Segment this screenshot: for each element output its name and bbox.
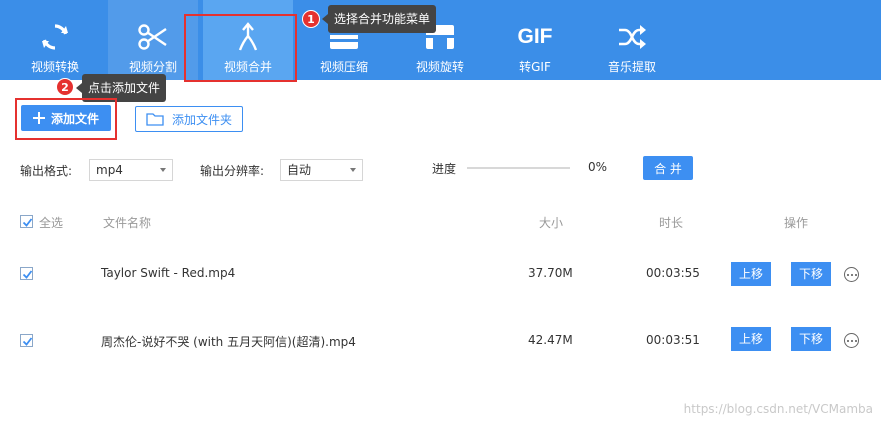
merge-icon [203,20,293,54]
main-toolbar: 视频转换 视频分割 视频合并 视频压缩 视频旋转 GIF 转GIF 音乐提取 [0,0,881,80]
tool-video-merge[interactable]: 视频合并 [203,0,293,80]
add-folder-label: 添加文件夹 [171,112,232,127]
add-file-label: 添加文件 [50,111,99,126]
file-name: 周杰伦-说好不哭 (with 五月天阿信)(超清).mp4 [101,335,356,349]
resolution-select-value: 自动 [287,163,312,177]
format-label: 输出格式: [20,164,73,178]
add-file-button[interactable]: 添加文件 [21,105,111,131]
column-header-name: 文件名称 [103,216,152,230]
checkmark-icon [22,337,33,346]
gif-icon: GIF [490,20,580,54]
move-up-button[interactable]: 上移 [731,327,771,351]
watermark: https://blog.csdn.net/VCMamba [683,402,873,416]
gif-icon-text: GIF [517,25,553,48]
move-up-button[interactable]: 上移 [731,262,771,286]
tool-video-convert[interactable]: 视频转换 [10,0,100,80]
move-down-button[interactable]: 下移 [791,327,831,351]
tool-video-split[interactable]: 视频分割 [108,0,198,80]
step-badge-1: 1 [302,10,320,28]
checkmark-icon [22,270,33,279]
merge-button[interactable]: 合 并 [643,156,693,180]
folder-icon [146,113,164,126]
tool-label: 视频分割 [128,60,177,74]
format-select[interactable]: mp4 [89,159,173,181]
tool-label: 音乐提取 [607,60,656,74]
progress-label: 进度 [432,162,457,176]
plus-icon [32,112,45,124]
column-header-actions: 操作 [784,216,809,230]
merge-button-label: 合 并 [654,161,682,176]
refresh-icon [10,20,100,54]
tool-label: 视频旋转 [415,60,464,74]
checkmark-icon [22,218,33,227]
file-size: 42.47M [528,333,573,347]
tool-label: 转GIF [519,60,551,74]
file-size: 37.70M [528,266,573,280]
progress-bar [467,167,570,169]
chevron-down-icon [350,168,356,172]
add-folder-button[interactable]: 添加文件夹 [135,106,243,132]
column-header-duration: 时长 [659,216,684,230]
column-header-size: 大小 [539,216,564,230]
shuffle-icon [587,20,677,54]
resolution-select[interactable]: 自动 [280,159,363,181]
row-checkbox[interactable] [20,334,33,347]
tool-label: 视频压缩 [319,60,368,74]
scissors-icon [108,20,198,54]
tool-label: 视频转换 [30,60,79,74]
more-options-icon[interactable] [844,267,859,282]
tool-music-extract[interactable]: 音乐提取 [587,0,677,80]
format-select-value: mp4 [96,163,123,177]
row-checkbox[interactable] [20,267,33,280]
file-duration: 00:03:55 [646,266,700,280]
step-badge-2: 2 [56,78,74,96]
tool-label: 视频合并 [223,60,272,74]
tool-to-gif[interactable]: GIF 转GIF [490,0,580,80]
more-options-icon[interactable] [844,333,859,348]
resolution-label: 输出分辨率: [200,164,265,178]
file-name: Taylor Swift - Red.mp4 [101,266,236,280]
step-tooltip-1: 选择合并功能菜单 [321,5,437,33]
step-tooltip-2: 点击添加文件 [75,74,167,102]
chevron-down-icon [160,168,166,172]
progress-value: 0% [588,160,608,174]
select-all-checkbox[interactable] [20,215,33,228]
file-duration: 00:03:51 [646,333,700,347]
select-all-label: 全选 [39,216,64,230]
move-down-button[interactable]: 下移 [791,262,831,286]
